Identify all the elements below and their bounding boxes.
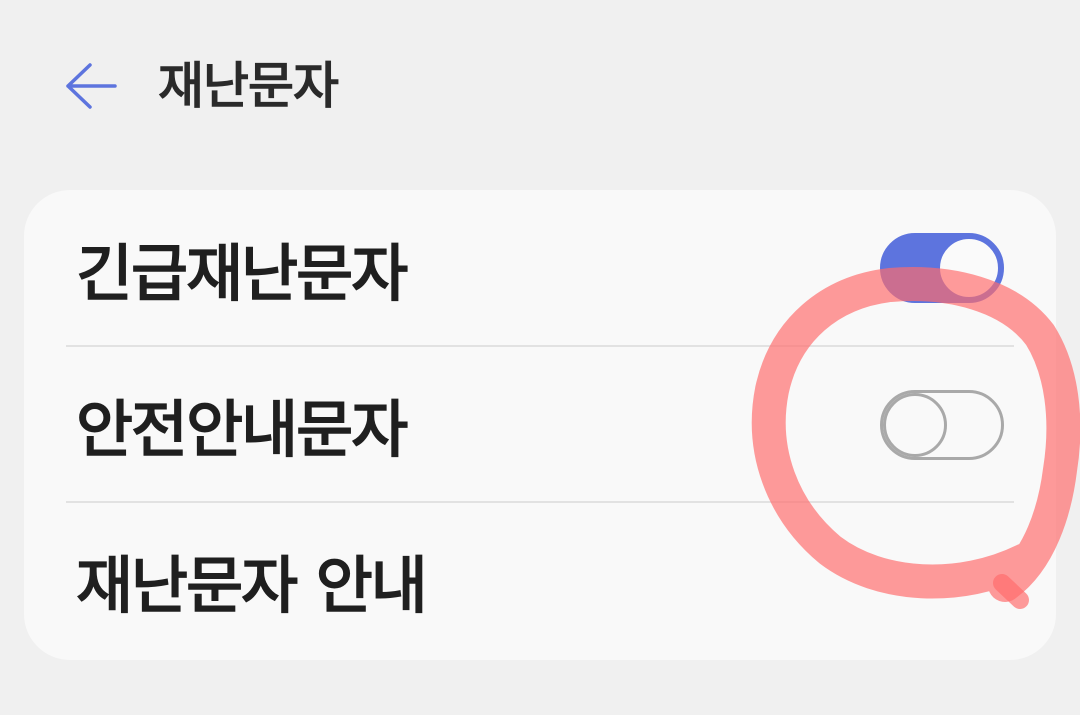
back-button[interactable]	[60, 58, 120, 114]
settings-card: 긴급재난문자 안전안내문자 재난문자 안내	[24, 190, 1056, 660]
setting-label-safety-alert: 안전안내문자	[76, 393, 408, 466]
setting-label-disaster-info: 재난문자 안내	[76, 549, 428, 622]
setting-label-emergency-alert: 긴급재난문자	[76, 237, 408, 310]
setting-row-disaster-info[interactable]: 재난문자 안내	[24, 502, 1056, 658]
toggle-knob	[883, 393, 947, 457]
screen: 재난문자 긴급재난문자 안전안내문자 재난문자 안내	[0, 0, 1080, 715]
emergency-alert-toggle[interactable]	[880, 233, 1004, 303]
setting-row-safety-alert[interactable]: 안전안내문자	[24, 346, 1056, 502]
arrow-left-icon	[66, 63, 117, 109]
page-title: 재난문자	[158, 57, 339, 115]
header: 재난문자	[0, 40, 1080, 136]
safety-alert-toggle[interactable]	[880, 390, 1004, 460]
setting-row-emergency-alert[interactable]: 긴급재난문자	[24, 190, 1056, 346]
toggle-knob	[937, 236, 1001, 300]
